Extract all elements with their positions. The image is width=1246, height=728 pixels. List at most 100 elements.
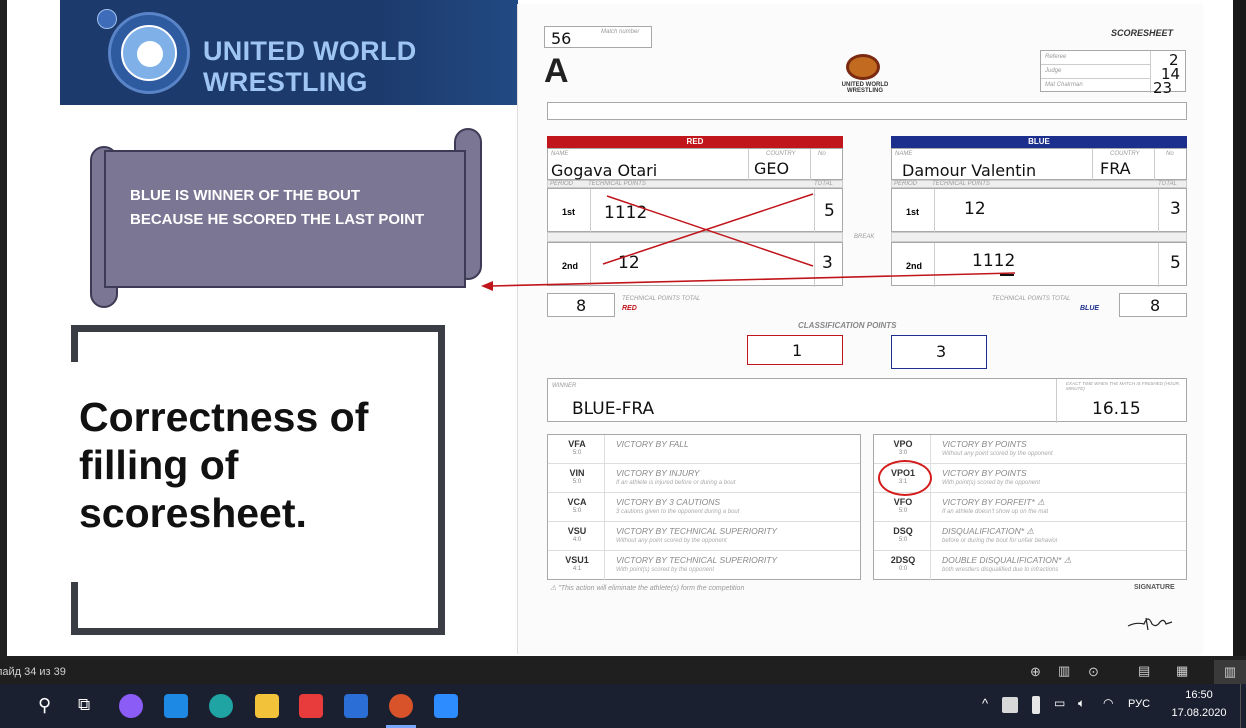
- battery-icon[interactable]: [1032, 696, 1040, 714]
- blue-athlete-name: Damour Valentin: [902, 161, 1037, 180]
- scroll-note-text: BLUE IS WINNER OF THE BOUT BECAUSE HE SC…: [130, 187, 425, 228]
- uww-title: UNITED WORLD WRESTLING: [203, 36, 417, 97]
- reading-view-icon[interactable]: ▥: [1058, 663, 1070, 679]
- powerpoint-status-bar: Слайд 34 из 39 ⊕ ▥ ⊙ ▤ ▦ ▥: [0, 660, 1246, 684]
- victory-code: VCA: [567, 497, 587, 507]
- window-right-edge: [1233, 0, 1246, 656]
- victory-desc: If an athlete doesn't show up on the mat: [942, 509, 1049, 515]
- file-explorer-icon[interactable]: [255, 694, 279, 718]
- match-number: 56: [551, 29, 572, 48]
- victory-title: DOUBLE DISQUALIFICATION* ⚠: [942, 555, 1072, 565]
- victory-desc: With point(s) scored by the opponent: [942, 480, 1041, 486]
- victory-type-row: VSU1 4:1 VICTORY BY TECHNICAL SUPERIORITY W…: [548, 551, 860, 580]
- blue-tp-total-color: BLUE: [1080, 305, 1100, 312]
- blue-period-header: PERIOD TECHNICAL POINTS TOTAL: [891, 180, 1187, 188]
- blue-p2-points: 1112: [972, 251, 1016, 271]
- victory-type-row: VSU 4:0 VICTORY BY TECHNICAL SUPERIORITY Wi…: [548, 522, 860, 551]
- victory-code: VIN: [569, 468, 585, 478]
- break-label: BREAK: [854, 234, 875, 240]
- screen: UNITED WORLD WRESTLING BLUE IS WINNER OF…: [0, 0, 1246, 728]
- tray-caret-icon[interactable]: ^: [982, 696, 988, 711]
- victory-title: VICTORY BY INJURY: [616, 468, 700, 478]
- clock-date[interactable]: 17.08.2020: [1166, 707, 1232, 719]
- victory-desc: both wrestlers disqualified due to infra…: [942, 567, 1059, 573]
- vpo1-highlight-circle: [878, 460, 932, 496]
- comments-icon[interactable]: ⊙: [1088, 664, 1099, 680]
- signature-label: SIGNATURE: [1134, 584, 1175, 591]
- victory-type-row: VFA 5:0 VICTORY BY FALL: [548, 435, 860, 464]
- network-icon[interactable]: ▭: [1054, 696, 1065, 710]
- victory-desc: before or during the bout for unfair beh…: [942, 538, 1058, 544]
- zoom-icon[interactable]: [434, 694, 458, 718]
- wifi-icon[interactable]: ◠: [1103, 696, 1113, 710]
- footnote: ⚠ "This action will eliminate the athlet…: [550, 585, 745, 592]
- victory-title: VICTORY BY POINTS: [942, 468, 1027, 478]
- winner-box: WINNER EXACT TIME WHEN THE MATCH IS FINI…: [547, 378, 1187, 423]
- red-name-box: NAME COUNTRY No Gogava Otari GEO: [547, 148, 843, 181]
- blue-classification-box: 3: [891, 335, 987, 369]
- red-classification: 1: [792, 341, 803, 360]
- victory-type-row: VIN 5:0 VICTORY BY INJURY If an athlete is …: [548, 464, 860, 493]
- slideshow-view-icon[interactable]: ▥: [1214, 660, 1246, 684]
- victory-desc: If an athlete is injured before or durin…: [616, 480, 736, 486]
- victory-code: VSU: [567, 526, 587, 536]
- victory-score: 5:0: [572, 508, 582, 514]
- slide-title: Correctness of filling of scoresheet.: [79, 394, 369, 536]
- blue-p1-points: 12: [964, 199, 986, 219]
- victory-title: VICTORY BY POINTS: [942, 439, 1027, 449]
- match-number-label: Match number: [601, 29, 640, 35]
- victory-title: VICTORY BY FALL: [616, 439, 689, 449]
- victory-code: DSQ: [893, 526, 913, 536]
- victory-title: VICTORY BY 3 CAUTIONS: [616, 497, 721, 507]
- blue-gap: [891, 232, 1187, 242]
- blue-period-label: PERIOD: [894, 181, 918, 187]
- yandex-browser-icon[interactable]: [299, 694, 323, 718]
- victory-types-left: VFA 5:0 VICTORY BY FALL VIN 5:0 VICTORY BY IN…: [547, 434, 861, 580]
- mat-letter: A: [544, 52, 569, 90]
- notes-icon[interactable]: ⊕: [1030, 664, 1041, 680]
- blue-p1-total: 3: [1170, 199, 1181, 219]
- normal-view-icon[interactable]: ▤: [1138, 663, 1150, 679]
- victory-code: 2DSQ: [890, 555, 916, 565]
- victory-desc: Without any point scored by the opponent: [616, 538, 727, 544]
- uww-small-logo-icon: [846, 54, 880, 80]
- winner-value: BLUE-FRA: [572, 399, 655, 419]
- official-label: Referee: [1045, 54, 1067, 60]
- signature-mark: [1127, 617, 1173, 631]
- victory-score: 5:0: [572, 479, 582, 485]
- classification-label: CLASSIFICATION POINTS: [798, 321, 897, 330]
- blue-classification: 3: [936, 342, 947, 361]
- victory-score: 3:0: [898, 450, 908, 456]
- victory-title: VICTORY BY FORFEIT* ⚠: [942, 497, 1045, 507]
- victory-score: 5:0: [572, 450, 582, 456]
- blue-no-label: No: [1166, 151, 1174, 157]
- official-label: Judge: [1045, 68, 1062, 74]
- finish-time: 16.15: [1092, 399, 1141, 419]
- volume-icon[interactable]: 🔈︎: [1078, 696, 1085, 711]
- victory-desc: With point(s) scored by the opponent: [616, 567, 715, 573]
- clock-time[interactable]: 16:50: [1174, 689, 1224, 701]
- victory-type-row: VPO 3:0 VICTORY BY POINTS Without any point…: [874, 435, 1186, 464]
- powerpoint-icon[interactable]: [389, 694, 413, 718]
- victory-score: 5:0: [898, 508, 908, 514]
- search-icon[interactable]: ⚲: [38, 695, 51, 716]
- tray-app-icon[interactable]: [1002, 697, 1018, 713]
- task-view-icon[interactable]: ⧉: [78, 695, 90, 715]
- red-no-label: No: [818, 151, 826, 157]
- annotation-arrow: [481, 272, 1016, 291]
- victory-score: 0:0: [898, 566, 908, 572]
- show-desktop-button[interactable]: [1240, 684, 1246, 728]
- official-label: Mat Chairman: [1045, 82, 1083, 88]
- edge-browser-icon[interactable]: [209, 694, 233, 718]
- red-country-label: COUNTRY: [766, 151, 796, 157]
- blue-period1-row: 1st 12 3: [891, 188, 1187, 233]
- language-indicator[interactable]: РУС: [1128, 698, 1150, 710]
- blue-total-label: TOTAL: [1158, 181, 1177, 187]
- outlook-icon[interactable]: [344, 694, 368, 718]
- blue-country-label: COUNTRY: [1110, 151, 1140, 157]
- app-circle-icon[interactable]: [119, 694, 143, 718]
- slide-sorter-icon[interactable]: ▦: [1176, 663, 1188, 679]
- event-field: [547, 102, 1187, 120]
- mail-icon[interactable]: [164, 694, 188, 718]
- victory-score: 4:0: [572, 537, 582, 543]
